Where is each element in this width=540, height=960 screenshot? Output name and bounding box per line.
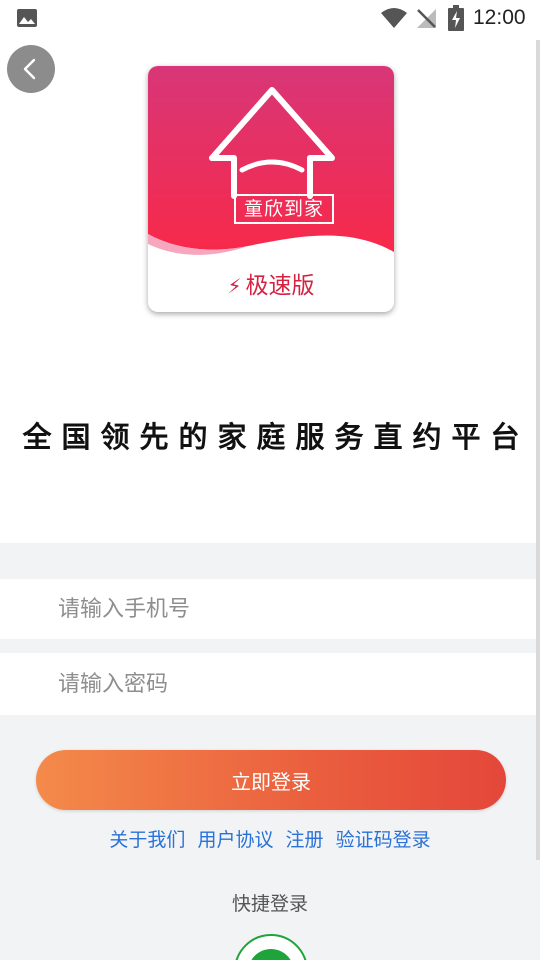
login-form: 立即登录 关于我们 用户协议 注册 验证码登录 快捷登录 xyxy=(0,543,540,960)
register-link[interactable]: 注册 xyxy=(286,829,324,851)
edition-label: ⚡ 极速版 xyxy=(148,266,394,300)
wifi-icon xyxy=(381,8,407,28)
login-button[interactable]: 立即登录 xyxy=(36,750,506,810)
password-input[interactable] xyxy=(0,653,540,715)
edition-text: 极速版 xyxy=(245,273,315,299)
back-button[interactable] xyxy=(7,45,55,93)
links-row: 关于我们 用户协议 注册 验证码登录 xyxy=(0,825,540,852)
password-field xyxy=(0,653,540,715)
battery-charging-icon xyxy=(448,5,464,31)
phone-field xyxy=(0,579,540,639)
quick-login-title: 快捷登录 xyxy=(231,893,308,915)
no-signal-icon xyxy=(417,9,436,28)
status-time: 12:00 xyxy=(473,6,526,29)
status-bar: 12:00 xyxy=(0,0,540,36)
scrollbar[interactable] xyxy=(536,40,540,860)
app-logo: 童欣到家 ⚡ 极速版 xyxy=(148,66,394,312)
wechat-icon xyxy=(248,949,294,960)
image-notification-icon xyxy=(17,9,37,27)
phone-input[interactable] xyxy=(0,579,540,639)
lightning-icon: ⚡ xyxy=(227,274,242,298)
code-login-link[interactable]: 验证码登录 xyxy=(336,829,431,851)
user-agreement-link[interactable]: 用户协议 xyxy=(197,829,273,851)
about-us-link[interactable]: 关于我们 xyxy=(109,829,185,851)
chevron-left-icon xyxy=(23,58,36,80)
slogan: 全国领先的家庭服务直约平台 xyxy=(22,420,530,454)
wechat-login-button[interactable] xyxy=(234,934,308,960)
brand-name: 童欣到家 xyxy=(234,194,334,224)
